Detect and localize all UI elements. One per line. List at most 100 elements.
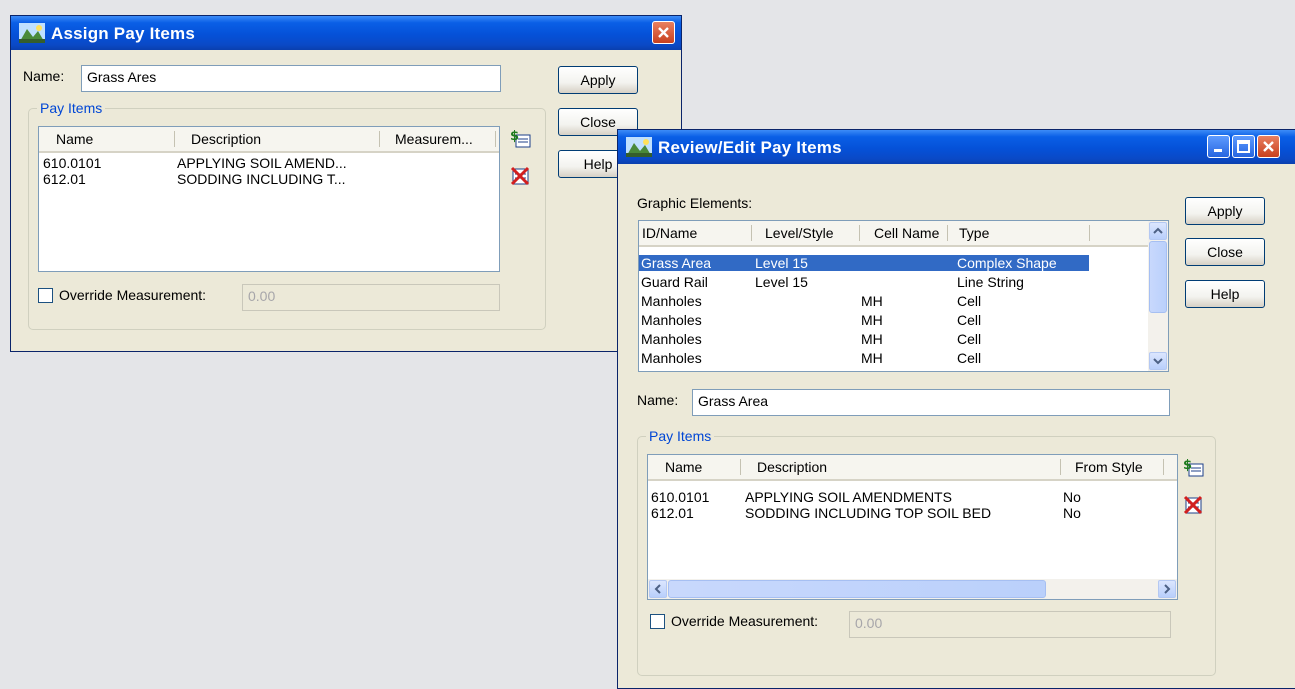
ge-row-type: Cell: [957, 312, 982, 328]
table-row[interactable]: Manholes MH Cell: [639, 350, 1089, 366]
assign-row-name: 610.0101: [43, 155, 102, 171]
ge-col-cell-name[interactable]: Cell Name: [874, 225, 939, 241]
ge-row-id: Grass Area: [641, 255, 712, 271]
pi-row-name: 612.01: [651, 505, 694, 521]
add-pay-item-icon[interactable]: $: [1182, 456, 1204, 478]
ge-row-level: Level 15: [755, 255, 808, 271]
ge-row-id: Guard Rail: [641, 274, 708, 290]
review-title-bar[interactable]: Review/Edit Pay Items: [618, 130, 1295, 164]
pi-row-name: 610.0101: [651, 489, 710, 505]
table-row[interactable]: 612.01 SODDING INCLUDING T...: [39, 171, 499, 187]
close-icon: [658, 27, 669, 38]
assign-col-description[interactable]: Description: [191, 131, 261, 147]
ge-row-type: Line String: [957, 274, 1024, 290]
assign-pay-items-list[interactable]: Name Description Measurem... 610.0101 AP…: [38, 126, 500, 272]
ge-row-cell: MH: [861, 350, 883, 366]
ge-row-type: Complex Shape: [957, 255, 1057, 271]
assign-name-input[interactable]: Grass Ares: [81, 65, 501, 92]
assign-title: Assign Pay Items: [51, 24, 195, 43]
ge-row-id: Manholes: [641, 350, 702, 366]
svg-text:$: $: [510, 129, 519, 144]
delete-pay-item-icon[interactable]: [509, 165, 531, 187]
pi-col-description[interactable]: Description: [757, 459, 827, 475]
ge-row-type: Cell: [957, 331, 982, 347]
pi-row-description: SODDING INCLUDING TOP SOIL BED: [745, 505, 992, 521]
assign-col-measurement[interactable]: Measurem...: [395, 131, 473, 147]
review-override-input[interactable]: 0.00: [849, 611, 1171, 638]
review-pay-items-group-title: Pay Items: [646, 428, 715, 444]
close-icon: [1263, 141, 1274, 152]
table-row[interactable]: Grass Area Level 15 Complex Shape: [639, 255, 1089, 271]
assign-pay-items-dialog: Assign Pay Items Name: Grass Ares Apply …: [10, 15, 682, 352]
maximize-button[interactable]: [1232, 135, 1255, 158]
scroll-right-button[interactable]: [1158, 580, 1176, 598]
review-pay-items-list[interactable]: Name Description From Style 610.0101 APP…: [647, 454, 1178, 600]
pi-col-name[interactable]: Name: [665, 459, 702, 475]
ge-col-type[interactable]: Type: [959, 225, 989, 241]
app-icon: [19, 23, 45, 43]
table-row[interactable]: Guard Rail Level 15 Line String: [639, 274, 1089, 290]
review-apply-button[interactable]: Apply: [1185, 197, 1265, 225]
review-pi-list-header: Name Description From Style: [648, 455, 1177, 481]
scroll-up-button[interactable]: [1149, 222, 1167, 240]
ge-row-cell: MH: [861, 312, 883, 328]
chevron-left-icon: [654, 584, 661, 594]
svg-text:$: $: [1183, 458, 1192, 473]
review-help-button[interactable]: Help: [1185, 280, 1265, 308]
assign-col-name[interactable]: Name: [56, 131, 93, 147]
ge-list-header: ID/Name Level/Style Cell Name Type: [639, 221, 1168, 247]
minimize-icon: [1214, 149, 1222, 152]
ge-col-id-name[interactable]: ID/Name: [642, 225, 697, 241]
app-icon: [626, 137, 652, 157]
assign-override-input[interactable]: 0.00: [242, 284, 500, 311]
delete-pay-item-icon[interactable]: [1182, 494, 1204, 516]
ge-col-level-style[interactable]: Level/Style: [765, 225, 833, 241]
assign-name-label: Name:: [23, 68, 65, 84]
scroll-thumb[interactable]: [1149, 241, 1167, 313]
table-row[interactable]: Manholes MH Cell: [639, 312, 1089, 328]
chevron-up-icon: [1153, 227, 1163, 234]
ge-row-id: Manholes: [641, 293, 702, 309]
table-row[interactable]: Manholes MH Cell: [639, 293, 1089, 309]
ge-row-type: Cell: [957, 350, 982, 366]
pi-row-description: APPLYING SOIL AMENDMENTS: [745, 489, 952, 505]
review-close-button[interactable]: Close: [1185, 238, 1265, 266]
assign-row-description: APPLYING SOIL AMEND...: [177, 155, 347, 171]
chevron-right-icon: [1164, 584, 1171, 594]
maximize-icon: [1237, 140, 1250, 153]
assign-title-bar[interactable]: Assign Pay Items: [11, 16, 681, 50]
table-row[interactable]: 612.01 SODDING INCLUDING TOP SOIL BED No: [648, 505, 1177, 521]
ge-row-id: Manholes: [641, 312, 702, 328]
ge-row-type: Cell: [957, 293, 982, 309]
review-name-input[interactable]: Grass Area: [692, 389, 1170, 416]
assign-row-name: 612.01: [43, 171, 86, 187]
pi-col-from-style[interactable]: From Style: [1075, 459, 1143, 475]
assign-list-header: Name Description Measurem...: [39, 127, 499, 153]
assign-close-window-button[interactable]: [652, 21, 675, 44]
pi-horizontal-scrollbar[interactable]: [648, 579, 1177, 599]
scroll-thumb[interactable]: [668, 580, 1046, 598]
assign-pay-items-group-title: Pay Items: [37, 100, 106, 116]
review-override-label: Override Measurement:: [671, 613, 819, 629]
add-pay-item-icon[interactable]: $: [509, 127, 531, 149]
review-name-label: Name:: [637, 392, 679, 408]
review-close-window-button[interactable]: [1257, 135, 1280, 158]
scroll-down-button[interactable]: [1149, 352, 1167, 370]
ge-vertical-scrollbar[interactable]: [1148, 221, 1168, 371]
chevron-down-icon: [1153, 358, 1163, 365]
scroll-left-button[interactable]: [649, 580, 667, 598]
assign-apply-button[interactable]: Apply: [558, 66, 638, 94]
assign-override-label: Override Measurement:: [59, 287, 207, 303]
review-edit-pay-items-dialog: Review/Edit Pay Items Graphic Elements: …: [617, 129, 1295, 689]
assign-override-checkbox[interactable]: [38, 288, 53, 303]
table-row[interactable]: 610.0101 APPLYING SOIL AMENDMENTS No: [648, 489, 1177, 505]
ge-row-id: Manholes: [641, 331, 702, 347]
review-override-checkbox[interactable]: [650, 614, 665, 629]
minimize-button[interactable]: [1207, 135, 1230, 158]
table-row[interactable]: 610.0101 APPLYING SOIL AMEND...: [39, 155, 499, 171]
graphic-elements-list[interactable]: ID/Name Level/Style Cell Name Type Grass…: [638, 220, 1169, 372]
pi-row-from-style: No: [1063, 489, 1081, 505]
table-row[interactable]: Manholes MH Cell: [639, 331, 1089, 347]
review-title: Review/Edit Pay Items: [658, 138, 842, 157]
pi-row-from-style: No: [1063, 505, 1081, 521]
